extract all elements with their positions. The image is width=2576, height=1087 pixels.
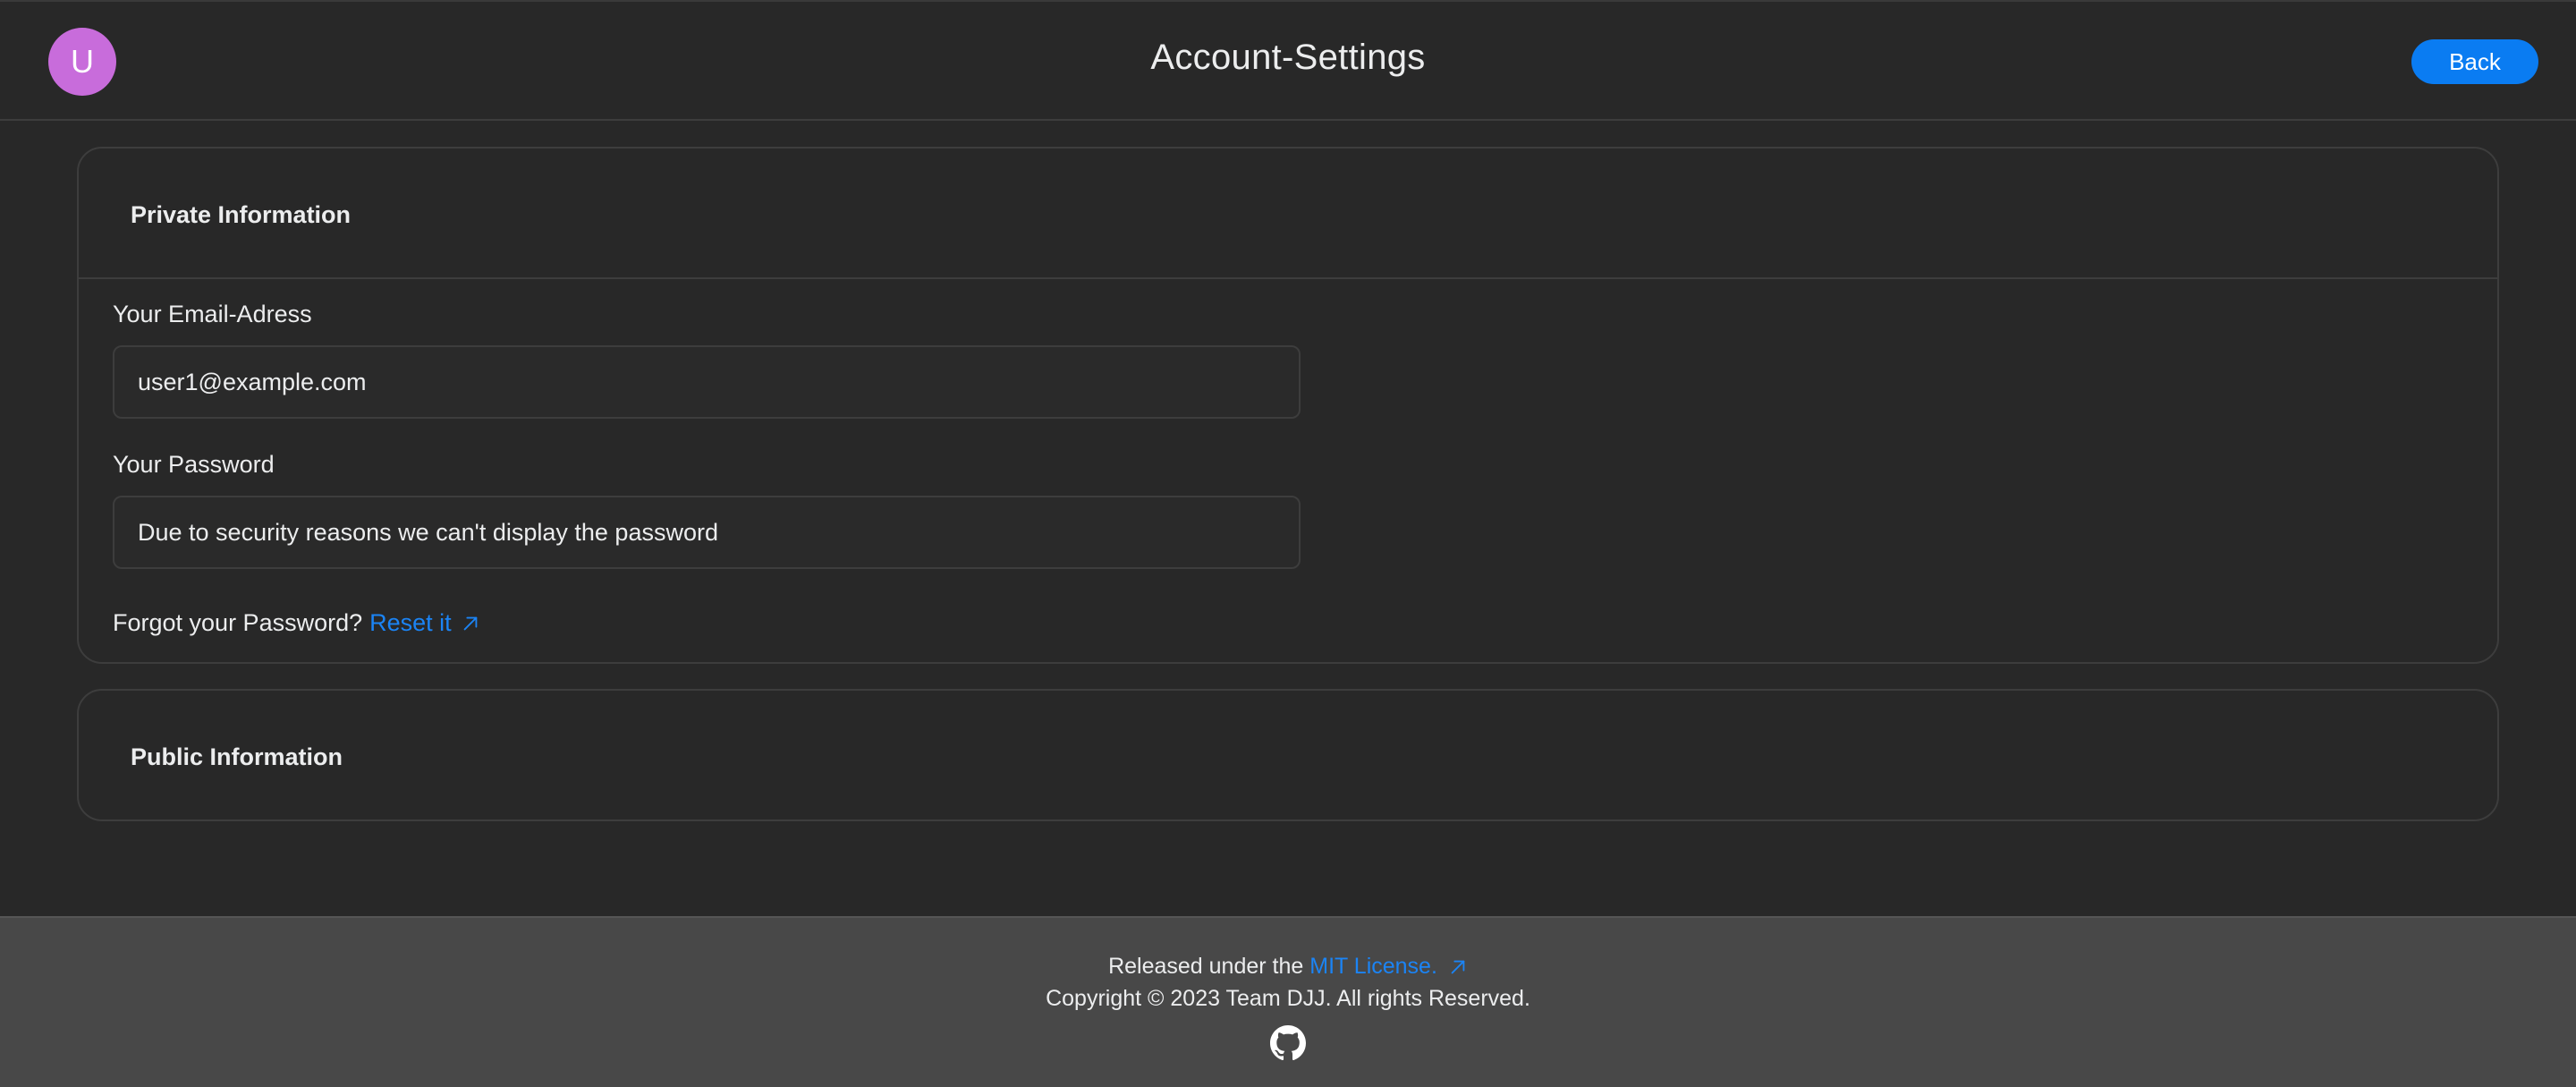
email-label: Your Email-Adress xyxy=(113,301,312,327)
top-bar: U Account-Settings Back xyxy=(0,0,2576,121)
private-information-title: Private Information xyxy=(131,201,352,228)
account-settings-page: U Account-Settings Back Private Informat… xyxy=(0,0,2576,1087)
footer: Released under the MIT License. Copyrigh… xyxy=(0,916,2576,1087)
forgot-password-row: Forgot your Password? Reset it xyxy=(113,609,480,637)
public-information-header[interactable]: Public Information xyxy=(79,691,2497,819)
forgot-password-text: Forgot your Password? xyxy=(113,609,363,636)
page-title: Account-Settings xyxy=(1150,38,1426,77)
reset-password-label: Reset it xyxy=(369,609,452,636)
mit-license-label: MIT License. xyxy=(1309,954,1437,979)
email-value: user1@example.com xyxy=(138,368,367,395)
back-button[interactable]: Back xyxy=(2411,39,2538,84)
license-line: Released under the MIT License. xyxy=(0,954,2576,980)
password-value: Due to security reasons we can't display… xyxy=(138,518,718,546)
arrow-up-right-icon xyxy=(1451,960,1465,973)
password-label: Your Password xyxy=(113,451,275,478)
private-information-header: Private Information xyxy=(79,149,2497,279)
arrow-up-right-icon xyxy=(463,616,478,630)
copyright-text: Copyright © 2023 Team DJJ. All rights Re… xyxy=(1046,986,1530,1011)
private-information-card: Private Information Your Email-Adress us… xyxy=(77,147,2499,664)
public-information-title: Public Information xyxy=(131,743,343,770)
public-information-card[interactable]: Public Information xyxy=(77,689,2499,821)
email-field[interactable]: user1@example.com xyxy=(113,345,1301,419)
password-field[interactable]: Due to security reasons we can't display… xyxy=(113,496,1301,569)
reset-password-link[interactable]: Reset it xyxy=(369,609,480,637)
released-text: Released under the xyxy=(1108,954,1304,979)
mit-license-link[interactable]: MIT License. xyxy=(1309,954,1468,980)
github-icon[interactable] xyxy=(1270,1025,1306,1061)
